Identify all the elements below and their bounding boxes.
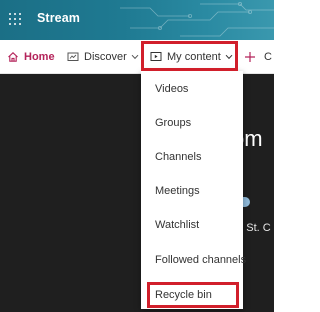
plus-icon [245, 51, 255, 62]
chevron-down-icon [131, 54, 139, 59]
nav-create-label: C [264, 50, 272, 63]
nav-create[interactable]: C [244, 40, 272, 73]
my-content-dropdown: Videos Groups Channels Meetings Watchlis… [141, 71, 246, 309]
discover-icon [67, 52, 79, 61]
menu-item-watchlist[interactable]: Watchlist [141, 213, 243, 237]
menu-item-recycle-bin[interactable]: Recycle bin [141, 283, 243, 307]
nav-my-content[interactable]: My content [150, 40, 233, 73]
nav-home[interactable]: Home [7, 40, 55, 73]
circuit-pattern [120, 2, 274, 37]
nav-bar: Home Discover My content C [0, 40, 274, 74]
waffle-icon[interactable] [9, 13, 23, 27]
menu-item-videos[interactable]: Videos [141, 77, 243, 101]
nav-discover[interactable]: Discover [67, 40, 139, 73]
video-icon [150, 52, 162, 61]
home-icon [8, 51, 18, 62]
app-title[interactable]: Stream [37, 11, 80, 25]
top-app-bar: Stream [0, 0, 274, 40]
menu-item-channels[interactable]: Channels [141, 145, 243, 169]
nav-discover-label: Discover [84, 50, 127, 63]
nav-my-content-label: My content [167, 50, 221, 63]
menu-item-followed-channels[interactable]: Followed channels [141, 248, 246, 272]
menu-item-meetings[interactable]: Meetings [141, 179, 243, 203]
nav-home-label: Home [24, 50, 55, 63]
stream-app: Stream Home Discover My content C om to … [0, 0, 274, 312]
chevron-down-icon [225, 54, 233, 59]
menu-item-groups[interactable]: Groups [141, 111, 243, 135]
